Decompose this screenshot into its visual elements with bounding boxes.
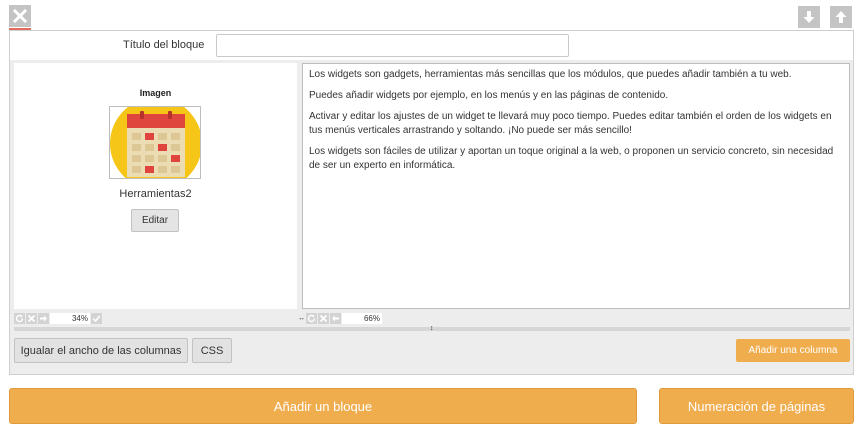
arrow-right-icon[interactable]	[38, 313, 49, 324]
block-title-row: Título del bloque	[10, 31, 853, 60]
refresh-icon[interactable]	[14, 313, 25, 324]
widget-title: Imagen	[139, 88, 172, 98]
right-column-controls: ↔ 66%	[298, 312, 383, 325]
arrow-left-icon[interactable]	[330, 313, 341, 324]
refresh-icon[interactable]	[306, 313, 317, 324]
resize-vertical-icon[interactable]: ↕	[430, 325, 434, 333]
resize-horizontal-icon[interactable]: ↔	[298, 313, 305, 324]
check-icon[interactable]	[91, 313, 102, 324]
arrow-down-icon[interactable]	[798, 6, 820, 28]
top-toolbar	[0, 0, 865, 32]
delete-column-icon[interactable]	[318, 313, 329, 324]
close-icon[interactable]	[9, 5, 31, 30]
paragraph: Activar y editar los ajustes de un widge…	[309, 111, 832, 136]
widget-name: Herramientas2	[119, 188, 192, 200]
paragraph: Puedes añadir widgets por ejemplo, en lo…	[309, 90, 669, 101]
right-column-text[interactable]: Los widgets son gadgets, herramientas má…	[302, 63, 850, 309]
block-title-input[interactable]	[216, 34, 569, 57]
calendar-image	[109, 106, 201, 179]
add-column-button[interactable]: Añadir una columna	[736, 339, 850, 362]
column-width-percent[interactable]: 66%	[342, 313, 382, 324]
page-numbering-button[interactable]: Numeración de páginas	[659, 388, 854, 424]
arrow-up-icon[interactable]	[830, 6, 852, 28]
add-block-button[interactable]: Añadir un bloque	[9, 388, 637, 424]
paragraph: Los widgets son fáciles de utilizar y ap…	[309, 146, 834, 171]
block-title-label: Título del bloque	[123, 39, 205, 51]
edit-button[interactable]: Editar	[131, 209, 179, 232]
equalize-columns-button[interactable]: Igualar el ancho de las columnas	[14, 338, 188, 363]
column-width-percent[interactable]: 34%	[50, 313, 90, 324]
css-button[interactable]: CSS	[192, 338, 232, 363]
left-column: Imagen Herramientas2 Editar	[14, 63, 297, 309]
delete-column-icon[interactable]	[26, 313, 37, 324]
paragraph: Los widgets son gadgets, herramientas má…	[309, 69, 792, 80]
left-column-controls: 34%	[14, 312, 103, 325]
content-block: Título del bloque Imagen Herramientas2 E…	[9, 30, 854, 375]
